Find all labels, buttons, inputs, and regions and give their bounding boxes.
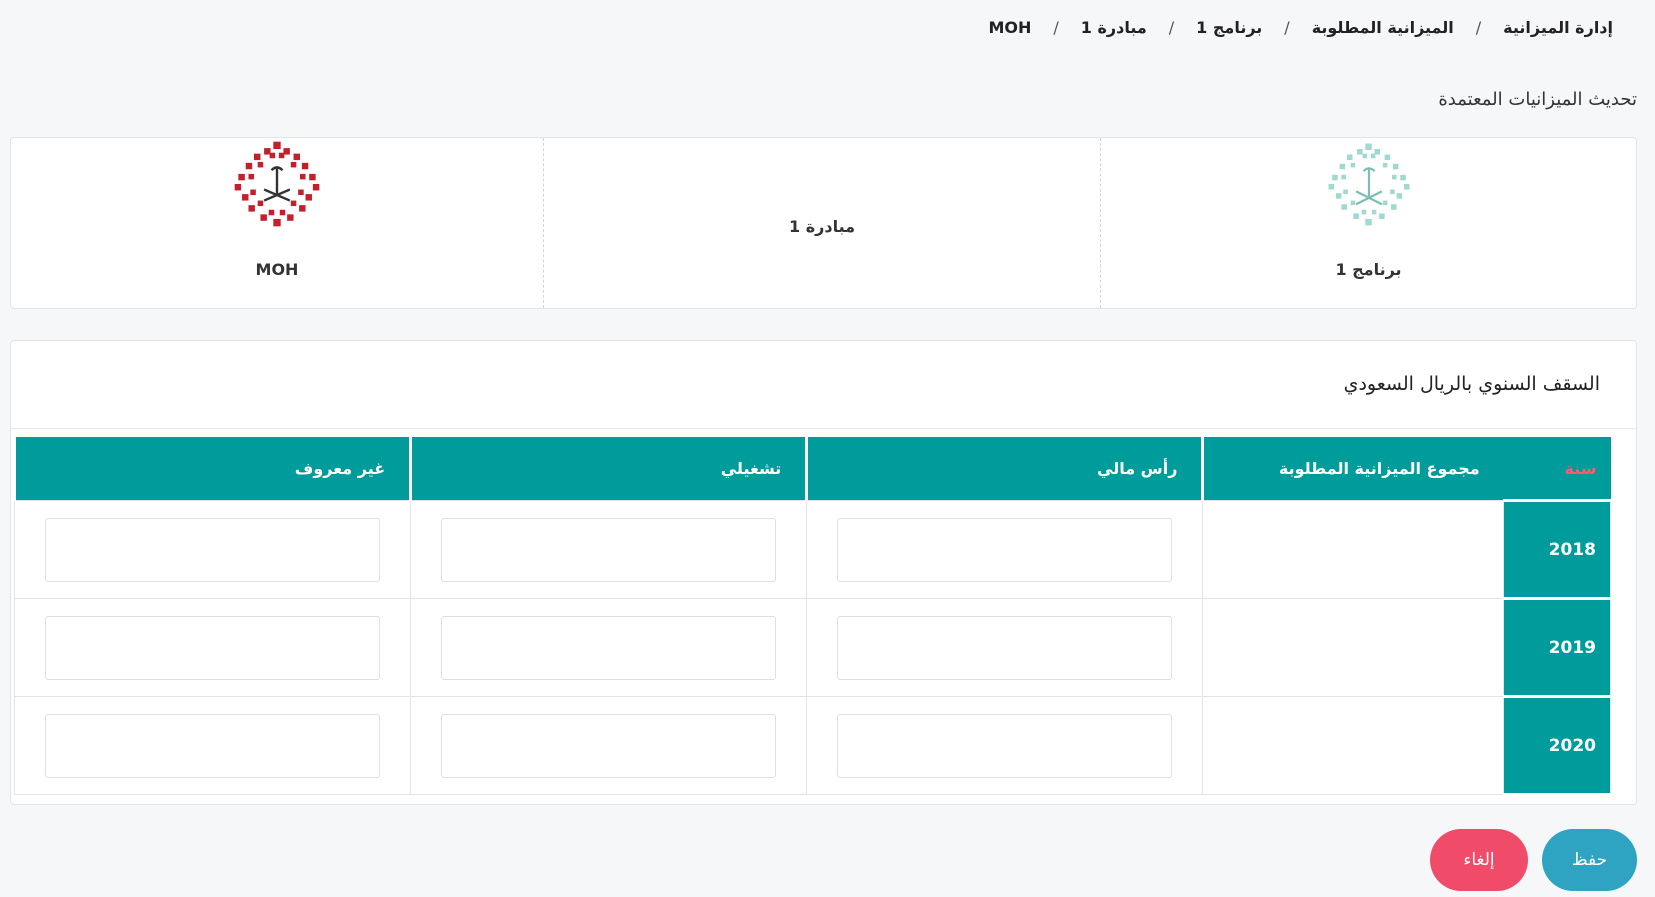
column-header-capital: رأس مالي bbox=[805, 437, 1203, 501]
capital-input[interactable] bbox=[837, 713, 1173, 778]
operational-input[interactable] bbox=[441, 517, 777, 582]
unknown-input[interactable] bbox=[45, 615, 381, 680]
unknown-input[interactable] bbox=[45, 517, 381, 582]
operational-cell bbox=[410, 500, 808, 599]
capital-cell bbox=[806, 696, 1204, 795]
column-header-operational: تشغيلي bbox=[409, 437, 807, 501]
entity-cell: MOH bbox=[11, 138, 543, 308]
entity-name: MOH bbox=[255, 260, 299, 279]
column-header-year: سنة bbox=[1503, 437, 1611, 501]
operational-input[interactable] bbox=[441, 615, 777, 680]
table-header-row: سنة مجموع الميزانية المطلوبة رأس مالي تش… bbox=[12, 437, 1611, 501]
panel-heading: السقف السنوي بالريال السعودي bbox=[1343, 373, 1600, 395]
breadcrumb-item-initiative[interactable]: مبادرة 1 bbox=[1081, 18, 1147, 37]
breadcrumb-item-budget-management[interactable]: إدارة الميزانية bbox=[1503, 18, 1613, 37]
divider bbox=[11, 428, 1636, 429]
capital-cell bbox=[806, 500, 1204, 599]
unknown-cell bbox=[13, 500, 412, 599]
summary-card: برنامج 1 مبادرة 1 MOH bbox=[10, 137, 1637, 309]
total-cell bbox=[1202, 598, 1505, 697]
breadcrumb-separator: / bbox=[1168, 17, 1175, 37]
year-cell: 2019 bbox=[1503, 597, 1611, 698]
table-row: 2018 bbox=[13, 499, 1611, 600]
breadcrumb-separator: / bbox=[1053, 17, 1059, 37]
operational-cell bbox=[410, 696, 808, 795]
breadcrumb-separator: / bbox=[1284, 17, 1290, 37]
initiative-cell: مبادرة 1 bbox=[543, 138, 1101, 308]
save-button[interactable]: حفظ bbox=[1542, 829, 1637, 891]
table-row: 2019 bbox=[13, 597, 1611, 698]
breadcrumb-item-program[interactable]: برنامج 1 bbox=[1196, 18, 1262, 37]
total-cell bbox=[1202, 696, 1505, 795]
operational-cell bbox=[410, 598, 808, 697]
year-cell: 2020 bbox=[1503, 695, 1611, 796]
unknown-input[interactable] bbox=[45, 713, 381, 778]
breadcrumb-separator: / bbox=[1475, 17, 1482, 37]
breadcrumb-item-requested-budget[interactable]: الميزانية المطلوبة bbox=[1312, 18, 1454, 37]
cancel-button[interactable]: إلغاء bbox=[1430, 829, 1528, 891]
capital-input[interactable] bbox=[837, 517, 1173, 582]
vision-emblem-icon bbox=[234, 141, 320, 227]
table-row: 2020 bbox=[13, 695, 1611, 796]
column-header-unknown: غير معروف bbox=[12, 437, 411, 501]
capital-cell bbox=[806, 598, 1204, 697]
page: إدارة الميزانية / الميزانية المطلوبة / ب… bbox=[0, 0, 1655, 897]
unknown-cell bbox=[13, 598, 412, 697]
budget-table: سنة مجموع الميزانية المطلوبة رأس مالي تش… bbox=[12, 437, 1611, 796]
annual-cap-panel: السقف السنوي بالريال السعودي سنة مجموع ا… bbox=[10, 340, 1637, 805]
vision-emblem-icon bbox=[1328, 143, 1409, 226]
total-cell bbox=[1202, 500, 1505, 599]
column-header-total: مجموع الميزانية المطلوبة bbox=[1201, 437, 1504, 501]
program-cell: برنامج 1 bbox=[1101, 138, 1636, 308]
operational-input[interactable] bbox=[441, 713, 777, 778]
initiative-name: مبادرة 1 bbox=[788, 217, 856, 236]
page-title: تحديث الميزانيات المعتمدة bbox=[1438, 89, 1637, 110]
unknown-cell bbox=[13, 696, 412, 795]
breadcrumb-item-entity: MOH bbox=[988, 17, 1032, 37]
program-name: برنامج 1 bbox=[1335, 260, 1402, 279]
breadcrumb: إدارة الميزانية / الميزانية المطلوبة / ب… bbox=[988, 14, 1613, 40]
year-cell: 2018 bbox=[1503, 499, 1611, 600]
capital-input[interactable] bbox=[837, 615, 1173, 680]
